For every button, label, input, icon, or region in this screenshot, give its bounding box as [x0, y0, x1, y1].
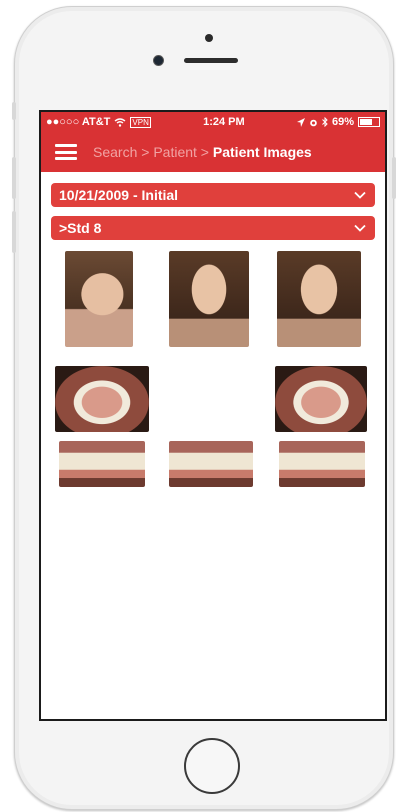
- image-grid: [41, 240, 385, 500]
- breadcrumb-separator: >: [137, 144, 154, 160]
- battery-icon: [357, 117, 380, 127]
- breadcrumb-patient-link[interactable]: Patient: [153, 144, 197, 160]
- image-set-value: >Std 8: [59, 220, 102, 236]
- battery-percent: 69%: [331, 116, 354, 128]
- breadcrumb-current-page: Patient Images: [212, 144, 312, 160]
- location-arrow-icon: [296, 117, 305, 127]
- visit-date-value: 10/21/2009 - Initial: [59, 187, 179, 203]
- smile-photo[interactable]: [277, 251, 361, 347]
- status-bar: ●●○○○ AT&T VPN 1:24 PM 69%: [41, 112, 385, 132]
- breadcrumb-separator: >: [196, 144, 213, 160]
- mute-switch: [12, 102, 16, 120]
- home-button[interactable]: [184, 738, 240, 794]
- chevron-down-icon: [354, 224, 366, 232]
- chevron-down-icon: [354, 191, 366, 199]
- volume-down-button: [12, 211, 16, 253]
- right-buccal-photo[interactable]: [59, 441, 145, 487]
- volume-up-button: [12, 157, 16, 199]
- alarm-icon: [310, 119, 317, 126]
- frontal-photo[interactable]: [169, 251, 249, 347]
- profile-photo[interactable]: [65, 251, 133, 347]
- proximity-sensor: [205, 34, 213, 42]
- hamburger-menu-icon[interactable]: [55, 144, 77, 160]
- vpn-badge: VPN: [130, 116, 151, 128]
- earpiece-speaker: [184, 58, 238, 63]
- carrier-label: ●●○○○ AT&T: [46, 116, 111, 128]
- power-button: [392, 157, 396, 199]
- clock-time: 1:24 PM: [203, 116, 245, 128]
- front-camera: [153, 55, 164, 66]
- lower-occlusal-photo[interactable]: [275, 366, 367, 432]
- visit-date-select[interactable]: 10/21/2009 - Initial: [51, 183, 375, 207]
- bluetooth-icon: [322, 117, 328, 127]
- frontal-intraoral-photo[interactable]: [169, 441, 253, 487]
- breadcrumb-search-link[interactable]: Search: [93, 144, 137, 160]
- left-buccal-photo[interactable]: [279, 441, 365, 487]
- image-set-select[interactable]: >Std 8: [51, 216, 375, 240]
- app-screen: ●●○○○ AT&T VPN 1:24 PM 69% Search > Pati…: [39, 110, 387, 721]
- upper-occlusal-photo[interactable]: [55, 366, 149, 432]
- navigation-bar: Search > Patient > Patient Images: [41, 132, 385, 172]
- wifi-icon: [114, 117, 126, 127]
- breadcrumb: Search > Patient > Patient Images: [93, 144, 312, 160]
